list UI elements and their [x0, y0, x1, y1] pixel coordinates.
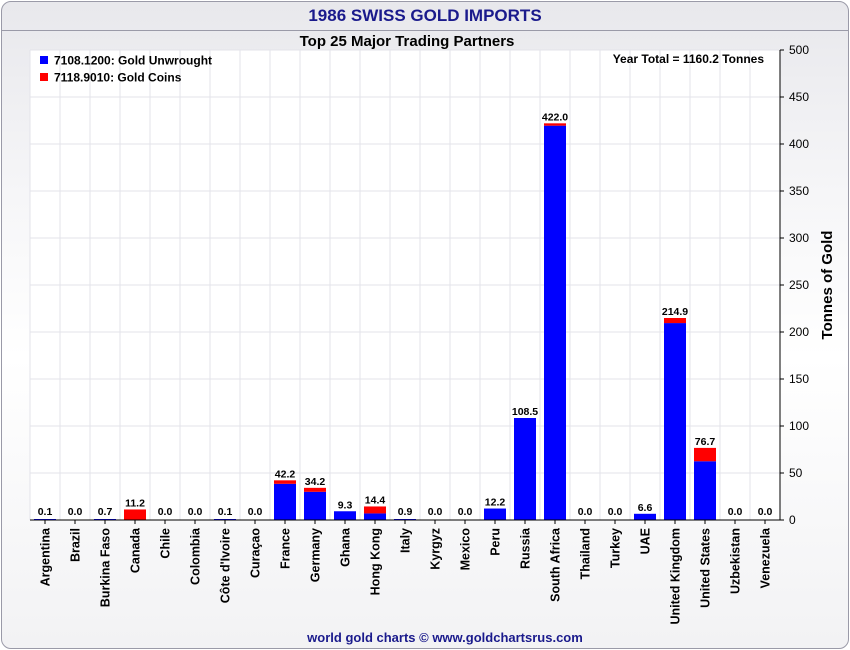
value-label: 0.0: [578, 506, 593, 518]
y-tick-label: 0: [789, 513, 796, 527]
bar-coins: [274, 480, 296, 484]
bar-unwrought: [274, 483, 296, 520]
bar-coins: [694, 447, 716, 462]
value-label: 12.2: [485, 497, 506, 509]
x-tick-label: Russia: [519, 527, 533, 569]
value-label: 6.6: [638, 502, 653, 514]
x-tick-label: France: [279, 528, 293, 569]
bar-coins: [544, 123, 566, 126]
x-tick-label: UAE: [639, 528, 653, 554]
y-tick-label: 300: [789, 231, 809, 245]
bar-unwrought: [544, 125, 566, 521]
bar-chart: 0.1 0.0 0.7 11.2 0.0 0.0 0.1 0.0 42.2 34.2 9.3 14.4…: [29, 43, 836, 625]
x-tick-label: Ghana: [339, 527, 353, 567]
value-label: 0.0: [758, 506, 773, 518]
x-tick-label: Turkey: [609, 528, 623, 568]
y-tick-label: 400: [789, 137, 809, 151]
bar-unwrought: [364, 513, 386, 520]
x-tick-label: Argentina: [39, 527, 53, 586]
x-tick-label: Côte d'Ivoire: [219, 528, 233, 603]
x-tick-label: Hong Kong: [369, 528, 383, 595]
x-tick-label: Venezuela: [759, 527, 773, 588]
y-tick-label: 450: [789, 90, 809, 104]
value-label: 108.5: [512, 406, 538, 418]
y-tick-label: 250: [789, 278, 809, 292]
bar-coins: [304, 487, 326, 492]
x-tick-label: South Africa: [549, 527, 563, 602]
value-label: 0.0: [428, 506, 443, 518]
y-tick-label: 500: [789, 43, 809, 57]
value-label: 0.0: [608, 506, 623, 518]
x-tick-label: Chile: [159, 528, 173, 559]
x-tick-label: Brazil: [69, 528, 83, 562]
x-tick-label: Peru: [489, 528, 503, 556]
value-label: 34.2: [305, 476, 326, 488]
y-tick-label: 100: [789, 419, 809, 433]
y-axis-label: Tonnes of Gold: [819, 231, 836, 340]
value-label: 0.0: [68, 506, 83, 518]
x-tick-label: Colombia: [189, 527, 203, 585]
legend-label: 7108.1200: Gold Unwrought: [54, 54, 212, 68]
bar-unwrought: [334, 511, 356, 520]
value-label: 14.4: [365, 494, 386, 506]
legend-swatch: [40, 56, 48, 64]
legend-label: 7118.9010: Gold Coins: [54, 71, 182, 85]
bar-unwrought: [514, 418, 536, 520]
x-tick-label: Kyrgyz: [429, 528, 443, 570]
value-label: 0.1: [38, 506, 53, 518]
y-axis: 0 50 100 150 200 250 300 350 400 450 500: [779, 43, 809, 527]
x-tick-label: Curaçao: [249, 528, 263, 578]
y-tick-label: 50: [789, 466, 803, 480]
bar-unwrought: [304, 491, 326, 520]
value-label: 0.0: [188, 506, 203, 518]
x-tick-label: Mexico: [459, 528, 473, 571]
bar-coins: [664, 317, 686, 324]
value-label: 76.7: [695, 436, 716, 448]
value-label: 0.0: [728, 506, 743, 518]
value-label: 0.0: [158, 506, 173, 518]
y-tick-label: 150: [789, 372, 809, 386]
x-tick-label: Thailand: [579, 528, 593, 579]
y-tick-label: 200: [789, 325, 809, 339]
value-label: 0.1: [218, 506, 233, 518]
value-label: 11.2: [125, 497, 145, 509]
x-tick-label: Germany: [309, 528, 323, 582]
legend-swatch: [40, 73, 48, 81]
x-tick-label: Italy: [399, 528, 413, 553]
x-tick-label: Canada: [129, 527, 143, 573]
value-label: 0.0: [248, 506, 263, 518]
value-label: 0.0: [458, 506, 473, 518]
value-label: 422.0: [542, 111, 568, 123]
footer-credit: world gold charts © www.goldchartsrus.co…: [307, 630, 583, 645]
value-label: 42.2: [275, 468, 296, 480]
year-total-annotation: Year Total = 1160.2 Tonnes: [613, 52, 765, 66]
value-label: 9.3: [338, 499, 353, 511]
value-label: 214.9: [662, 306, 688, 318]
x-tick-label: United States: [699, 528, 713, 608]
value-label: 0.9: [398, 506, 413, 518]
x-tick-label: Burkina Faso: [99, 528, 113, 608]
value-label: 0.7: [98, 506, 113, 518]
bar-unwrought: [634, 513, 656, 520]
bar-unwrought: [694, 461, 716, 520]
bar-coins: [124, 509, 146, 520]
bar-unwrought: [484, 508, 506, 520]
x-tick-label: Uzbekistan: [729, 528, 743, 594]
x-tick-label: United Kingdom: [669, 528, 683, 625]
y-tick-label: 350: [789, 184, 809, 198]
x-axis: Argentina Brazil Burkina Faso Canada Chile Co…: [30, 519, 780, 625]
bar-coins: [364, 506, 386, 514]
bar-unwrought: [664, 323, 686, 520]
